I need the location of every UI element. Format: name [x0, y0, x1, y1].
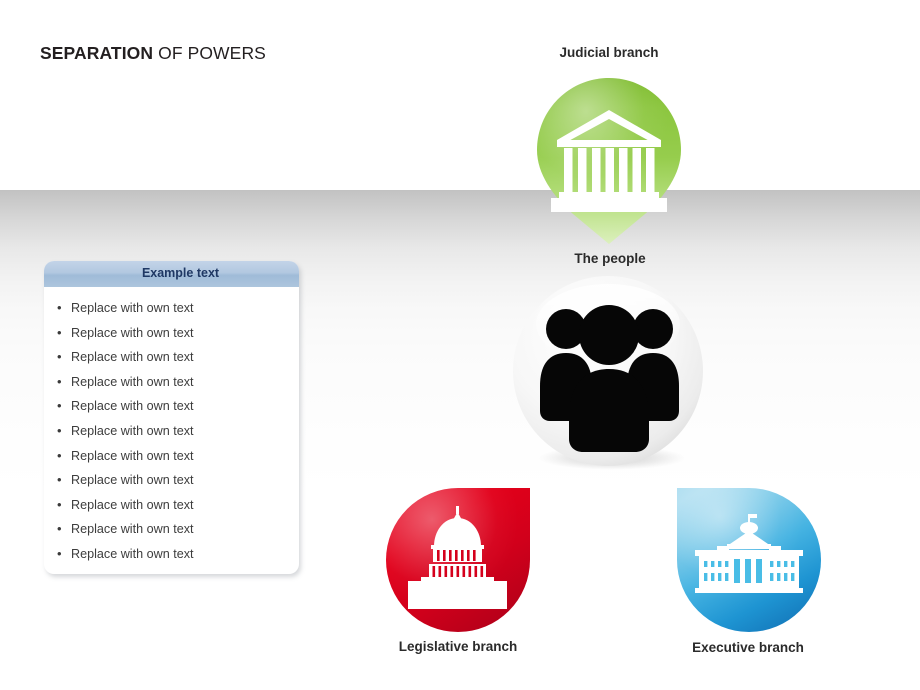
capitol-building-icon [386, 488, 530, 632]
list-item-label: Replace with own text [71, 497, 194, 512]
people-group-icon [513, 276, 703, 470]
bullet-icon: • [57, 472, 62, 488]
bullet-icon: • [57, 349, 62, 365]
executive-branch-node[interactable] [677, 488, 821, 632]
page-title-normal: OF POWERS [153, 43, 266, 63]
courthouse-pin-icon [537, 78, 681, 244]
list-item[interactable]: • Replace with own text [44, 301, 299, 326]
list-item-label: Replace with own text [71, 374, 194, 389]
bullet-icon: • [57, 447, 62, 463]
judicial-branch-label: Judicial branch [559, 45, 659, 60]
list-item-label: Replace with own text [71, 473, 194, 488]
bullet-icon: • [57, 300, 62, 315]
list-item[interactable]: • Replace with own text [44, 522, 299, 547]
the-people-node[interactable] [512, 276, 708, 472]
list-item-label: Replace with own text [71, 448, 194, 463]
bullet-icon: • [57, 398, 62, 414]
legislative-branch-label: Legislative branch [398, 639, 518, 654]
executive-branch-label: Executive branch [692, 640, 804, 655]
judicial-branch-node[interactable] [537, 78, 681, 244]
list-item-label: Replace with own text [71, 350, 194, 365]
bullet-icon: • [57, 521, 62, 537]
bullet-icon: • [57, 545, 62, 561]
example-panel-body: • Replace with own text • Replace with o… [44, 288, 299, 572]
list-item[interactable]: • Replace with own text [44, 399, 299, 424]
the-people-label: The people [574, 251, 646, 266]
bullet-icon: • [57, 324, 62, 340]
bullet-icon: • [57, 422, 62, 438]
list-item-label: Replace with own text [71, 301, 194, 315]
list-item[interactable]: • Replace with own text [44, 498, 299, 523]
page-title: SEPARATION OF POWERS [40, 43, 266, 64]
page-title-bold: SEPARATION [40, 43, 154, 63]
list-item[interactable]: • Replace with own text [44, 326, 299, 351]
example-panel-header: Example text [44, 261, 299, 288]
white-house-icon [677, 488, 821, 632]
list-item-label: Replace with own text [71, 546, 194, 561]
bullet-icon: • [57, 373, 62, 389]
legislative-branch-node[interactable] [386, 488, 530, 632]
list-item[interactable]: • Replace with own text [44, 547, 299, 572]
list-item-label: Replace with own text [71, 399, 194, 414]
list-item[interactable]: • Replace with own text [44, 424, 299, 449]
list-item[interactable]: • Replace with own text [44, 473, 299, 498]
list-item-label: Replace with own text [71, 522, 194, 537]
example-panel-title: Example text [141, 266, 220, 280]
list-item[interactable]: • Replace with own text [44, 449, 299, 474]
list-item[interactable]: • Replace with own text [44, 350, 299, 375]
bullet-icon: • [57, 496, 62, 512]
example-text-panel[interactable]: Example text • Replace with own text • R… [44, 261, 299, 574]
list-item-label: Replace with own text [71, 325, 194, 340]
list-item[interactable]: • Replace with own text [44, 375, 299, 400]
list-item-label: Replace with own text [71, 423, 194, 438]
